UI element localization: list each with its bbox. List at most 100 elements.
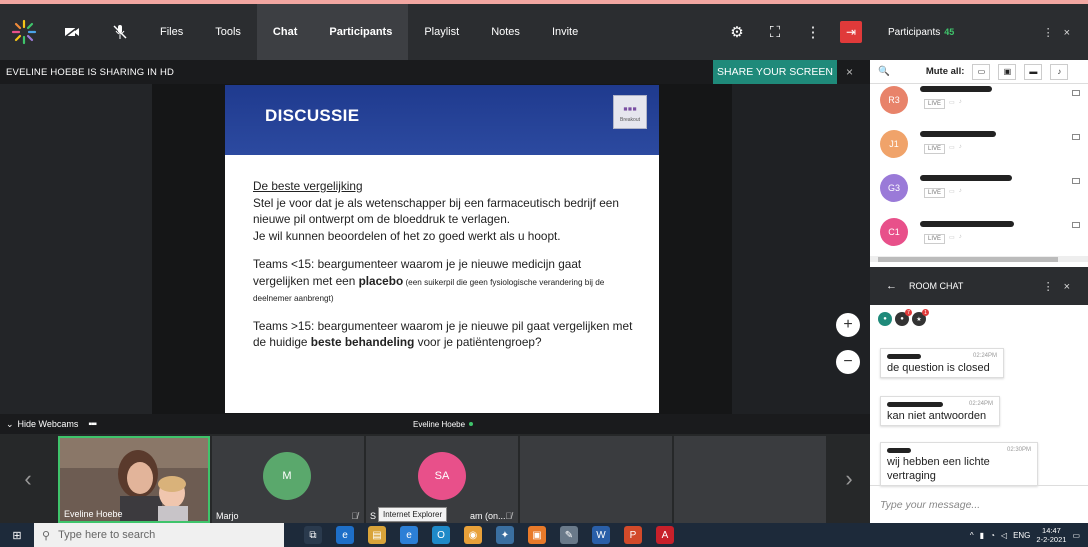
mic-icon: ♪ (958, 234, 962, 240)
windows-start-icon[interactable]: ⊞ (0, 523, 34, 547)
chat-message: 02:30PM wij hebben een lichte vertraging (880, 442, 1038, 486)
fullscreen-icon[interactable]: ⛶ (756, 4, 794, 60)
participant-row[interactable]: G3 LIVE ▭ ♪ (870, 172, 1088, 216)
app-logo-icon[interactable] (0, 4, 48, 60)
chrome-icon[interactable]: ◉ (464, 526, 482, 544)
powerpoint-icon[interactable]: P (624, 526, 642, 544)
menu-playlist[interactable]: Playlist (408, 4, 475, 60)
hide-webcams-toggle[interactable]: ⌄ Hide Webcams (0, 419, 78, 430)
webcam-name-self: Eveline Hoebe (64, 509, 123, 519)
webcam-next-arrow-icon[interactable]: › (828, 434, 870, 523)
task-view-icon[interactable]: ⧉ (304, 526, 322, 544)
slide-paragraph-1b: Je wil kunnen beoordelen of het zo goed … (253, 228, 561, 243)
chat-tab-private[interactable]: ● 7 (895, 309, 912, 326)
slide-title: DISCUSSIE (265, 106, 360, 125)
top-toolbar: Files Tools Chat Participants Playlist N… (0, 0, 870, 60)
menu-chat[interactable]: Chat (256, 4, 314, 60)
breakout-label: Breakout (619, 116, 640, 123)
mic-muted-icon: 🎙̸ (351, 511, 358, 521)
menu-participants[interactable]: Participants (313, 4, 409, 60)
stage-side-panel (0, 84, 152, 414)
outlook-icon[interactable]: O (432, 526, 450, 544)
app-icon[interactable]: ✎ (560, 526, 578, 544)
participant-checkbox[interactable] (1072, 222, 1080, 228)
store-icon[interactable]: ▣ (528, 526, 546, 544)
mute-video-icon[interactable]: ▬ (1024, 63, 1043, 80)
taskbar-search-input[interactable]: ⚲ Type here to search (34, 523, 284, 547)
sharing-status-label: EVELINE HOEBE IS SHARING IN HD (6, 66, 175, 78)
participants-list: R3 LIVE ▭ ♪ J1 LIVE ▭ ♪ G3 LIVE ▭ ♪ C1 LIVE ▭ ♪ (870, 84, 1088, 262)
tray-clock[interactable]: 14:47 2-2-2021 (1036, 526, 1066, 544)
mute-share-icon[interactable]: ▣ (998, 63, 1017, 80)
tray-chevron-icon[interactable]: ^ (970, 531, 974, 540)
mute-all-label: Mute all: (925, 66, 965, 77)
menu-notes[interactable]: Notes (475, 4, 536, 60)
participant-name-redacted (920, 175, 1012, 181)
settings-gear-icon[interactable]: ⚙ (718, 4, 756, 60)
participant-checkbox[interactable] (1072, 134, 1080, 140)
chat-message: 02:24PM de question is closed (880, 348, 1004, 378)
unread-badge: 7 (905, 309, 912, 316)
menu-invite[interactable]: Invite (536, 4, 594, 60)
chat-message-input[interactable]: Type your message... (870, 485, 1088, 523)
search-icon[interactable]: 🔍 (878, 66, 890, 77)
acrobat-icon[interactable]: A (656, 526, 674, 544)
taskbar-tooltip: Internet Explorer (378, 507, 448, 522)
mic-muted-icon: 🎙̸ (505, 511, 512, 521)
mute-screen-icon[interactable]: ▭ (972, 63, 991, 80)
menu-tools[interactable]: Tools (199, 4, 257, 60)
tray-network-icon[interactable]: ▮ (980, 531, 984, 540)
tray-volume-icon[interactable]: ◁ (1001, 531, 1007, 540)
participant-row[interactable]: J1 LIVE ▭ ♪ (870, 128, 1088, 172)
chat-tab-room[interactable]: ● (878, 312, 892, 326)
notifications-icon[interactable]: ▭ (1072, 531, 1080, 540)
sender-redacted (887, 447, 911, 453)
participant-row[interactable]: C1 LIVE ▭ ♪ (870, 216, 1088, 260)
webcam-prev-arrow-icon[interactable]: ‹ (0, 434, 56, 523)
participants-menu-icon[interactable]: ⋮× (1043, 26, 1080, 39)
webcam-tile-marjo[interactable]: M Marjo 🎙̸ (212, 436, 364, 523)
camera-icon: ▭ (949, 235, 955, 241)
back-arrow-icon[interactable]: ← (886, 280, 897, 292)
participant-avatar: C1 (880, 218, 908, 246)
participant-name-redacted (920, 221, 1014, 227)
mute-mic-icon[interactable]: ♪ (1050, 63, 1069, 80)
app-icon[interactable]: ✦ (496, 526, 514, 544)
zoom-in-button[interactable]: + (836, 313, 860, 337)
message-time: 02:24PM (968, 401, 993, 407)
edge-icon[interactable]: e (336, 526, 354, 544)
tray-wifi-icon[interactable]: ◔ (990, 531, 995, 540)
participant-checkbox[interactable] (1072, 178, 1080, 184)
participant-checkbox[interactable] (1072, 90, 1080, 96)
close-share-icon[interactable]: × (846, 60, 853, 84)
word-icon[interactable]: W (592, 526, 610, 544)
share-screen-button[interactable]: SHARE YOUR SCREEN (713, 60, 837, 84)
slide-header: DISCUSSIE ▪▪▪ Breakout (225, 85, 659, 155)
leave-room-button[interactable]: ⇥ (840, 21, 862, 43)
chat-message: 02:24PM kan niet antwoorden (880, 396, 1000, 426)
zoom-out-button[interactable]: − (836, 350, 860, 374)
slide-heading: De beste vergelijking (253, 179, 363, 193)
grid-layout-icon[interactable]: ▪▪▪ (88, 419, 97, 430)
webcam-bar: ⌄ Hide Webcams ▪▪▪ Eveline Hoebe (0, 414, 870, 434)
participants-scrollbar[interactable] (870, 256, 1088, 262)
participant-row[interactable]: R3 LIVE ▭ ♪ (870, 84, 1088, 128)
chat-tab-starred[interactable]: ★ 1 (912, 309, 929, 326)
mic-off-icon[interactable] (96, 4, 144, 60)
app-window: Files Tools Chat Participants Playlist N… (0, 0, 1088, 547)
tray-language[interactable]: ENG (1013, 531, 1030, 540)
live-badge: LIVE (924, 234, 946, 244)
more-vertical-icon[interactable]: ⋮ (794, 4, 832, 60)
message-time: 02:24PM (972, 353, 997, 359)
participant-name-redacted (920, 131, 996, 137)
camera-off-icon[interactable] (48, 4, 96, 60)
participants-header: Participants 45 ⋮× (870, 0, 1088, 60)
message-text: wij hebben een lichte vertraging (887, 456, 990, 482)
room-chat-menu-icon[interactable]: ⋮× (1043, 280, 1080, 293)
internet-explorer-icon[interactable]: e (400, 526, 418, 544)
webcam-tile-self[interactable]: Eveline Hoebe (58, 436, 210, 523)
menu-files[interactable]: Files (144, 4, 199, 60)
live-badge: LIVE (924, 99, 946, 109)
clock-date: 2-2-2021 (1036, 535, 1067, 544)
file-explorer-icon[interactable]: ▤ (368, 526, 386, 544)
